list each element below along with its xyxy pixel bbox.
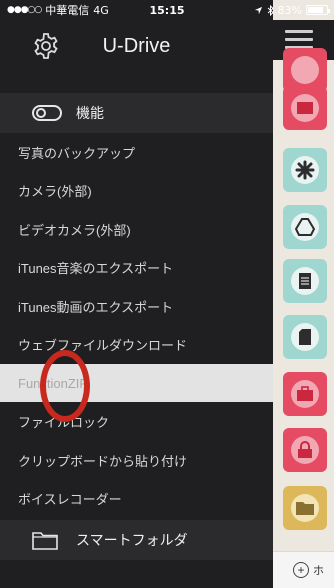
folder-tile-icon: [296, 502, 314, 515]
tile-icon-bg: [291, 56, 319, 84]
side-menu: U-Drive 機能 写真のバックアップ カメラ(外部) ビデオカメラ(外部) …: [0, 0, 273, 588]
bottom-bar-label: ホ: [313, 565, 324, 577]
network-type: 4G: [93, 3, 109, 17]
tile-icon-bg: [291, 436, 319, 464]
app-tile-sd-card[interactable]: [283, 315, 327, 359]
signal-strength: ●●●○○: [7, 5, 42, 15]
section-smart-folder[interactable]: スマートフォルダ: [0, 520, 273, 560]
app-tile-folder[interactable]: [283, 486, 327, 530]
menu-item-video-camera-external[interactable]: ビデオカメラ(外部): [0, 210, 273, 248]
battery-icon: [306, 5, 330, 15]
photo-icon: [297, 102, 313, 114]
status-left: ●●●○○ 中華電信 4G: [7, 2, 254, 18]
app-tile-document[interactable]: [283, 259, 327, 303]
location-icon: [254, 6, 262, 14]
folder-icon: [32, 532, 58, 550]
tile-icon-bg: [291, 267, 319, 295]
lock-icon: [298, 441, 312, 458]
menu-item-file-lock[interactable]: ファイルロック: [0, 402, 273, 440]
battery-percent: 83%: [277, 3, 302, 17]
menu-item-camera-external[interactable]: カメラ(外部): [0, 171, 273, 209]
menu-item-photo-backup[interactable]: 写真のバックアップ: [0, 133, 273, 171]
sd-card-icon: [299, 329, 311, 345]
main-panel-peek[interactable]: + ホ: [273, 0, 334, 588]
status-bar: ●●●○○ 中華電信 4G 15:15 83%: [0, 0, 334, 20]
battery-fill: [308, 7, 323, 13]
tile-icon-bg: [291, 94, 319, 122]
menu-item-function-zip[interactable]: FunctionZIP: [0, 364, 273, 402]
tile-icon-bg: [291, 494, 319, 522]
app-title: U-Drive: [102, 34, 171, 57]
app-tile-lock[interactable]: [283, 428, 327, 472]
menu-header: U-Drive: [0, 20, 273, 72]
app-tile-settings[interactable]: [283, 148, 327, 192]
status-right: 83%: [254, 3, 330, 17]
menu-item-itunes-video-export[interactable]: iTunes動画のエクスポート: [0, 287, 273, 325]
app-tile-drive[interactable]: [283, 205, 327, 249]
plus-icon[interactable]: +: [293, 562, 309, 578]
menu-item-voice-recorder[interactable]: ボイスレコーダー: [0, 479, 273, 517]
toolbox-icon: [297, 386, 313, 401]
toggle-icon[interactable]: [32, 105, 62, 121]
toggle-knob: [36, 108, 46, 118]
menu-item-paste-clipboard[interactable]: クリップボードから貼り付け: [0, 441, 273, 479]
app-tile-toolbox[interactable]: [283, 372, 327, 416]
section-functions-label: 機能: [76, 105, 104, 121]
carrier-name: 中華電信: [45, 4, 90, 17]
google-drive-icon: [295, 218, 315, 236]
flower-gear-icon: [295, 160, 315, 180]
hamburger-menu-icon[interactable]: [285, 30, 313, 50]
section-functions[interactable]: 機能: [0, 93, 273, 133]
section-smart-folder-label: スマートフォルダ: [76, 532, 188, 548]
menu-item-itunes-music-export[interactable]: iTunes音楽のエクスポート: [0, 248, 273, 286]
tile-icon-bg: [291, 380, 319, 408]
gear-icon[interactable]: [32, 32, 60, 60]
bluetooth-icon: [267, 4, 274, 16]
tile-icon-bg: [291, 156, 319, 184]
tile-icon-bg: [291, 323, 319, 351]
tile-icon-bg: [291, 213, 319, 241]
menu-item-web-file-download[interactable]: ウェブファイルダウンロード: [0, 325, 273, 363]
app-tile-photo[interactable]: [283, 86, 327, 130]
bottom-bar[interactable]: + ホ: [273, 551, 334, 588]
document-icon: [299, 273, 311, 289]
